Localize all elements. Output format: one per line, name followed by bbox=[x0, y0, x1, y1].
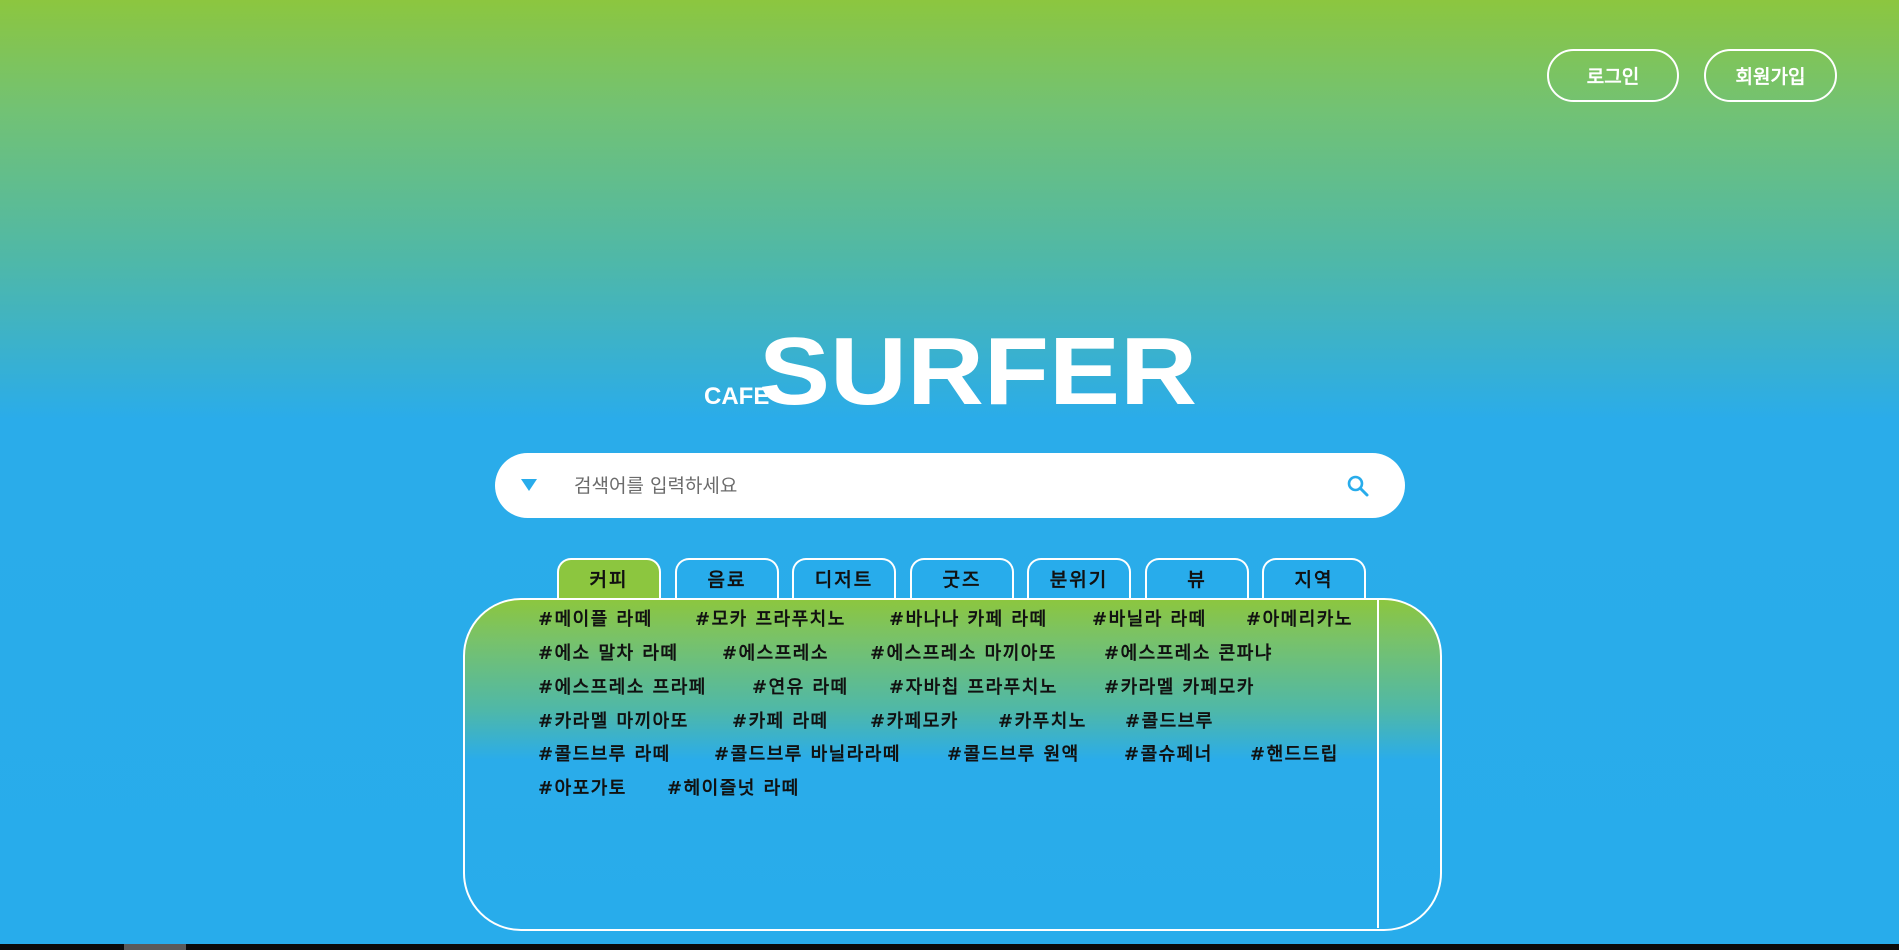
tag-item[interactable]: #카라멜 카페모카 bbox=[1104, 673, 1255, 699]
tag-item[interactable]: #아포가토 bbox=[538, 774, 627, 800]
tab-dessert[interactable]: 디저트 bbox=[792, 558, 896, 601]
search-input[interactable] bbox=[572, 465, 1336, 507]
signup-button[interactable]: 회원가입 bbox=[1704, 49, 1837, 102]
tag-item[interactable]: #메이플 라떼 bbox=[538, 605, 653, 631]
tab-coffee[interactable]: 커피 bbox=[557, 558, 661, 601]
tag-item[interactable]: #카페 라떼 bbox=[732, 707, 829, 733]
bottom-bar bbox=[0, 944, 1899, 950]
tag-panel-scrollbar[interactable] bbox=[1377, 600, 1379, 928]
triangle-down-icon bbox=[521, 479, 537, 491]
search-button[interactable] bbox=[1343, 471, 1373, 501]
tag-item[interactable]: #바닐라 라떼 bbox=[1092, 605, 1207, 631]
tag-item[interactable]: #헤이즐넛 라떼 bbox=[667, 774, 800, 800]
tag-item[interactable]: #에스프레소 마끼아또 bbox=[870, 639, 1057, 665]
tab-view[interactable]: 뷰 bbox=[1145, 558, 1249, 601]
tag-item[interactable]: #연유 라떼 bbox=[752, 673, 849, 699]
tag-item[interactable]: #콜드브루 원액 bbox=[947, 740, 1080, 766]
tag-item[interactable]: #에소 말차 라떼 bbox=[538, 639, 678, 665]
tab-goods[interactable]: 굿즈 bbox=[910, 558, 1014, 601]
tag-item[interactable]: #에스프레소 콘파냐 bbox=[1104, 639, 1273, 665]
tag-item[interactable]: #바나나 카페 라떼 bbox=[889, 605, 1048, 631]
tag-item[interactable]: #모카 프라푸치노 bbox=[695, 605, 846, 631]
tag-item[interactable]: #카푸치노 bbox=[998, 707, 1087, 733]
logo-graphic: CAFE SURFER bbox=[704, 318, 1197, 425]
logo-surfer-text: SURFER bbox=[759, 320, 1197, 420]
tag-item[interactable]: #콜슈페너 bbox=[1124, 740, 1213, 766]
tag-item[interactable]: #아메리카노 bbox=[1246, 605, 1353, 631]
login-button[interactable]: 로그인 bbox=[1547, 49, 1679, 102]
magnifier-icon bbox=[1347, 475, 1369, 497]
tab-atmosphere[interactable]: 분위기 bbox=[1027, 558, 1131, 601]
bottom-bar-indicator bbox=[124, 944, 186, 950]
tag-item[interactable]: #콜드브루 라떼 bbox=[538, 740, 671, 766]
tag-panel: #메이플 라떼 #모카 프라푸치노 #바나나 카페 라떼 #바닐라 라떼 #아메… bbox=[463, 598, 1442, 931]
cafe-surfer-logo: CAFE SURFER bbox=[704, 318, 1198, 425]
search-category-dropdown[interactable] bbox=[515, 467, 543, 503]
tag-item[interactable]: #카라멜 마끼아또 bbox=[538, 707, 689, 733]
tab-region[interactable]: 지역 bbox=[1262, 558, 1366, 601]
tag-item[interactable]: #콜드브루 bbox=[1125, 707, 1214, 733]
tab-beverage[interactable]: 음료 bbox=[675, 558, 779, 601]
tag-item[interactable]: #에스프레소 bbox=[722, 639, 829, 665]
search-bar bbox=[495, 453, 1405, 518]
tag-item[interactable]: #에스프레소 프라페 bbox=[538, 673, 707, 699]
tag-item[interactable]: #카페모카 bbox=[870, 707, 959, 733]
tag-item[interactable]: #자바칩 프라푸치노 bbox=[889, 673, 1058, 699]
tag-item[interactable]: #핸드드립 bbox=[1250, 740, 1339, 766]
tag-item[interactable]: #콜드브루 바닐라라떼 bbox=[714, 740, 901, 766]
